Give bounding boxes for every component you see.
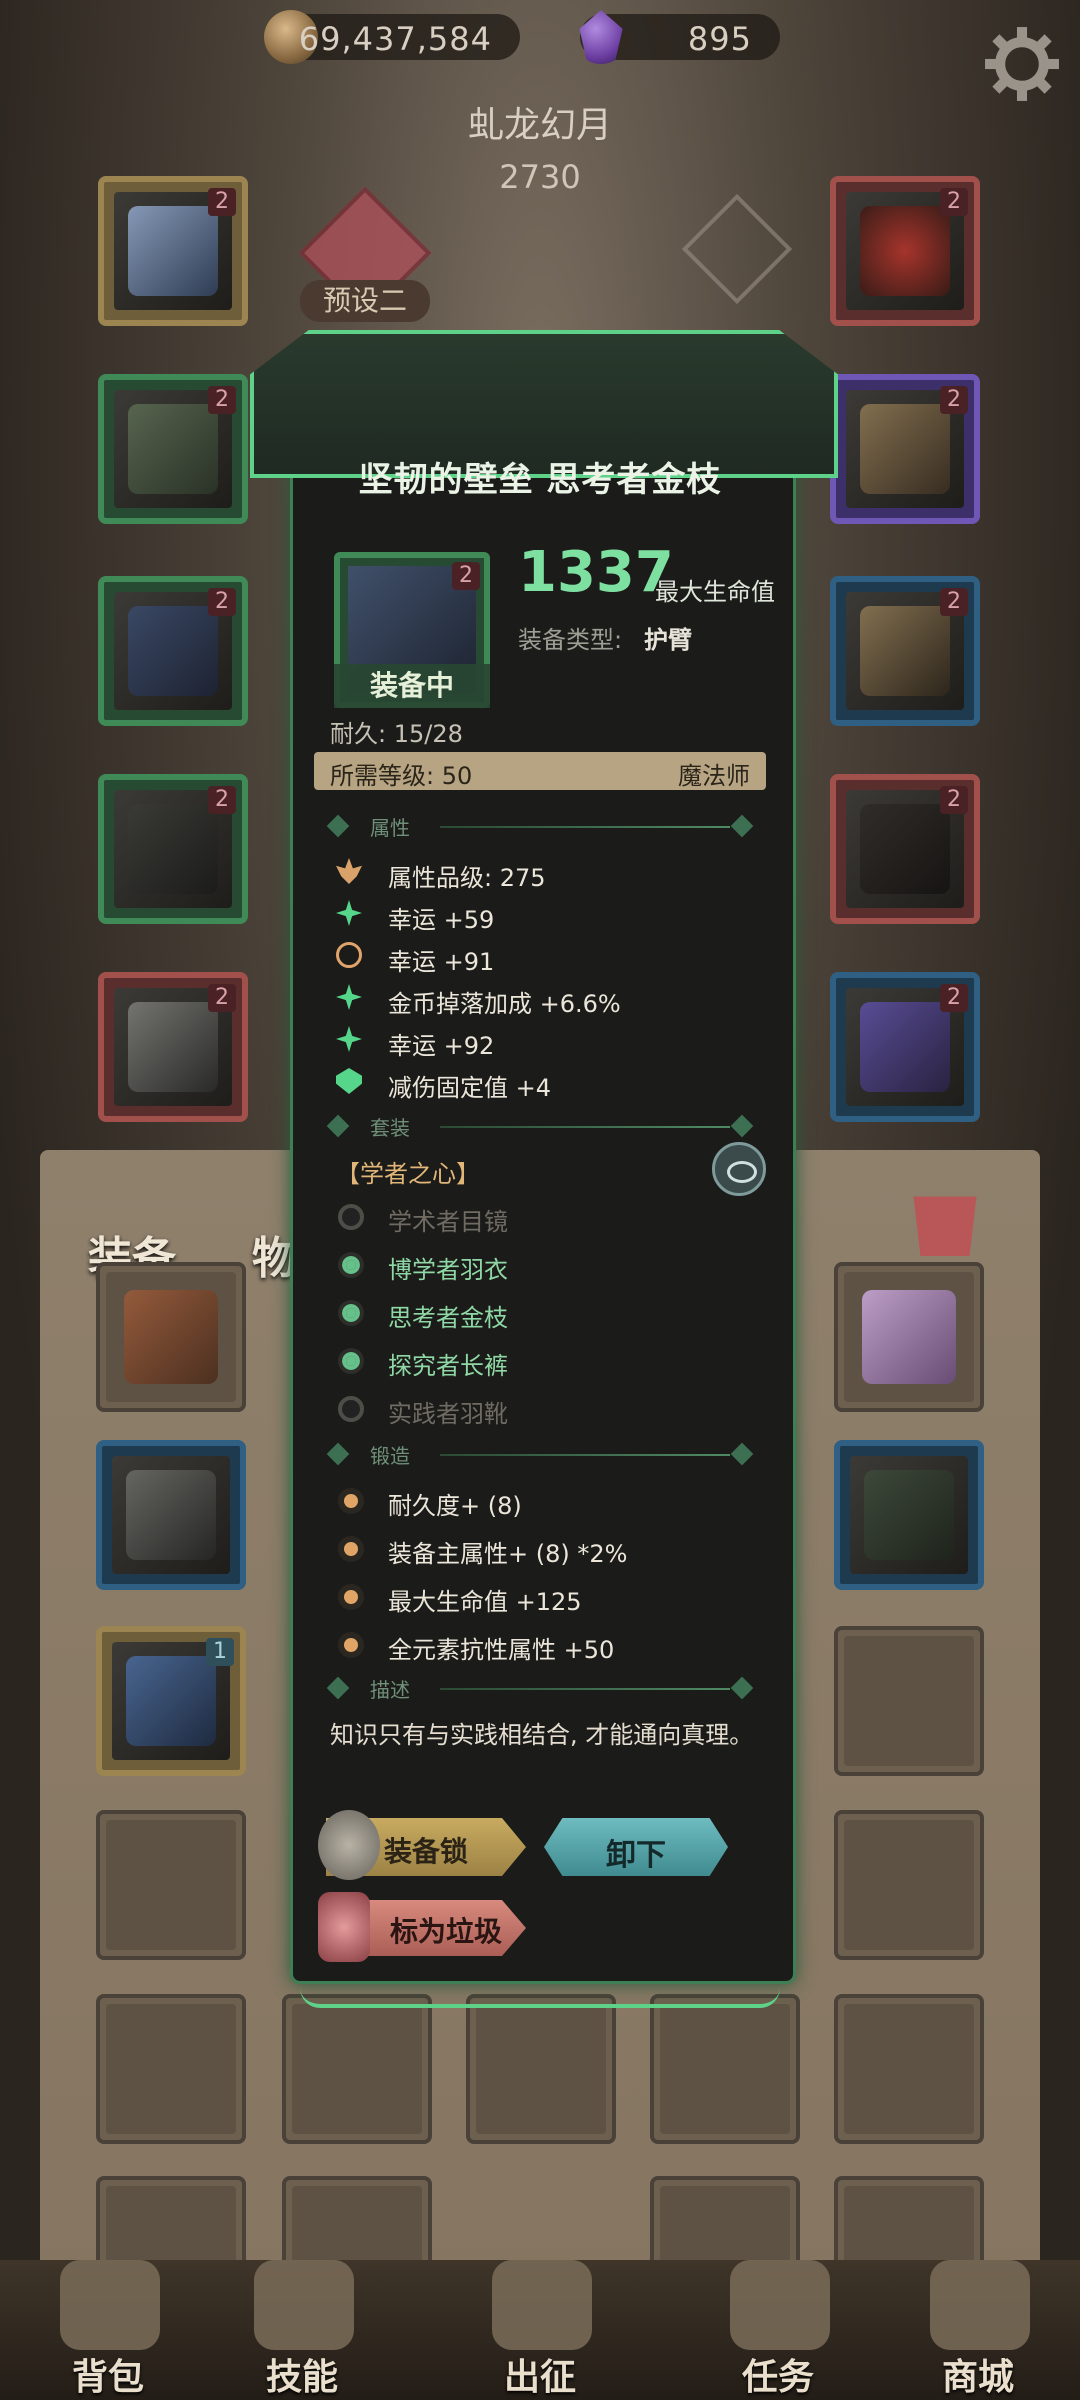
skills-icon: [254, 2260, 354, 2350]
inventory-slot[interactable]: 1: [96, 1626, 246, 1776]
lock-button-label[interactable]: 装备锁: [384, 1830, 468, 1870]
equip-slot-ring2[interactable]: 2: [830, 576, 980, 726]
required-level: 所需等级: 50: [330, 762, 473, 790]
equip-slot-bracer[interactable]: 2: [98, 576, 248, 726]
equip-slot-ring[interactable]: 2: [830, 374, 980, 524]
main-stat-value: 1337: [518, 540, 674, 605]
shop-icon: [930, 2260, 1030, 2350]
gem-counter: 895: [579, 10, 780, 64]
inventory-slot[interactable]: [466, 1994, 616, 2144]
inventory-slot[interactable]: [96, 1440, 246, 1590]
required-class: 魔法师: [678, 762, 750, 790]
inventory-slot[interactable]: [834, 1810, 984, 1960]
inventory-slot[interactable]: [834, 1626, 984, 1776]
equip-slot-pants[interactable]: 2: [98, 774, 248, 924]
modal-bottom-frame: [300, 1964, 780, 2008]
forge-header: 锻造: [326, 1440, 754, 1470]
inventory-slot[interactable]: [96, 1994, 246, 2144]
backpack-icon: [60, 2260, 160, 2350]
unequip-button-label[interactable]: 卸下: [544, 1830, 728, 1874]
nav-shop[interactable]: 商城: [870, 2260, 1080, 2400]
main-stat-label: 最大生命值: [655, 578, 775, 606]
inventory-slot[interactable]: [96, 1810, 246, 1960]
equip-slot-boots[interactable]: 2: [98, 972, 248, 1122]
settings-gear-icon[interactable]: [980, 22, 1064, 106]
attributes-header: 属性: [326, 812, 754, 842]
bottom-nav: 背包 技能 出征 任务 商城: [0, 2260, 1080, 2400]
set-name: 【学者之心】: [336, 1160, 480, 1188]
trash-icon[interactable]: [913, 1196, 977, 1256]
equipped-tag: 装备中: [334, 664, 490, 708]
equip-slot-charm[interactable]: 2: [830, 972, 980, 1122]
nav-skills[interactable]: 技能: [194, 2260, 410, 2400]
junk-icon[interactable]: [318, 1892, 370, 1962]
equip-slot-weapon[interactable]: 2: [98, 176, 248, 326]
equip-type-label: 装备类型:: [518, 626, 623, 654]
equip-slot-necklace[interactable]: 2: [830, 176, 980, 326]
gem-value: 895: [687, 20, 752, 58]
equip-slot-helmet[interactable]: 2: [98, 374, 248, 524]
equip-type-value: 护臂: [644, 626, 692, 654]
character-name: 虬龙幻月: [467, 105, 612, 146]
gold-counter: 69,437,584: [264, 10, 520, 64]
gem-icon: [579, 10, 623, 64]
inventory-slot[interactable]: [96, 1262, 246, 1412]
inventory-slot[interactable]: [650, 1994, 800, 2144]
lock-icon[interactable]: [318, 1810, 380, 1880]
mark-junk-label[interactable]: 标为垃圾: [390, 1910, 502, 1950]
nav-quests[interactable]: 任务: [670, 2260, 886, 2400]
currency-bar: 69,437,584 895: [0, 0, 1080, 80]
cycle-icon: [336, 942, 362, 968]
quest-icon: [730, 2260, 830, 2350]
equip-slot-offhand[interactable]: 2: [830, 774, 980, 924]
nav-backpack[interactable]: 背包: [0, 2260, 216, 2400]
set-header: 套装: [326, 1112, 754, 1142]
eye-icon[interactable]: [712, 1142, 766, 1196]
item-description: 知识只有与实践相结合, 才能通向真理。: [330, 1721, 754, 1749]
battle-icon: [492, 2260, 592, 2350]
preset-label[interactable]: 预设二: [300, 280, 430, 322]
inventory-slot[interactable]: [834, 1440, 984, 1590]
inventory-slot[interactable]: [834, 1994, 984, 2144]
item-title: 坚韧的壁垒 思考者金枝: [358, 460, 722, 500]
description-header: 描述: [326, 1674, 754, 1704]
inventory-slot[interactable]: [282, 1994, 432, 2144]
nav-battle[interactable]: 出征: [432, 2260, 648, 2400]
inventory-slot[interactable]: [834, 1262, 984, 1412]
gold-value: 69,437,584: [298, 20, 492, 58]
durability: 耐久: 15/28: [330, 720, 463, 748]
